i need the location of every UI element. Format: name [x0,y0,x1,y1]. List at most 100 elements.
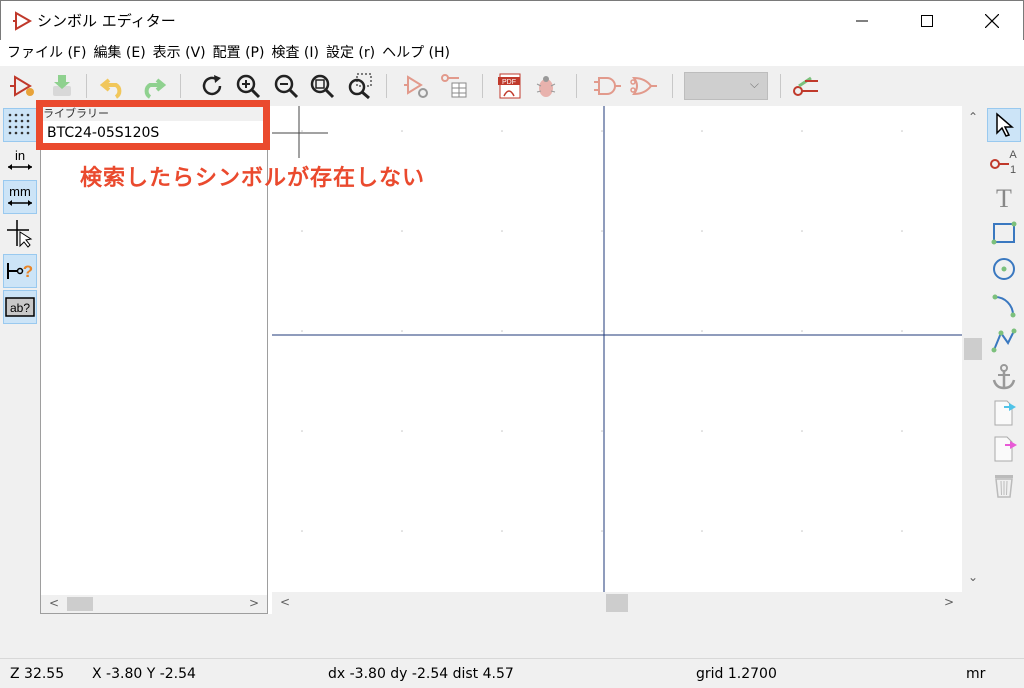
delete-tool[interactable] [987,468,1021,502]
library-horizontal-scrollbar[interactable]: < > [41,595,267,613]
menu-inspect[interactable]: 検査 (I) [268,40,322,66]
hidden-text-icon: ab? [5,297,35,317]
scroll-right-icon[interactable]: > [944,595,954,609]
grid-dot [401,230,403,232]
anchor-tool[interactable] [987,360,1021,394]
unit-select[interactable]: ⌵ [684,72,768,100]
add-line-tool[interactable] [987,324,1021,358]
scroll-left-icon[interactable]: < [49,596,59,610]
menu-edit[interactable]: 編集 (E) [90,40,148,66]
status-cursor-position: X -3.80 Y -2.54 [92,666,196,682]
zoom-out-button[interactable] [270,70,302,102]
grid-dot [301,230,303,232]
symbol-properties-button[interactable] [400,70,432,102]
menu-view[interactable]: 表示 (V) [150,40,209,66]
grid-dot [701,330,703,332]
status-zoom: Z 32.55 [10,666,65,682]
new-symbol-button[interactable] [6,70,38,102]
add-rectangle-icon [991,221,1017,245]
status-delta: dx -3.80 dy -2.54 dist 4.57 [328,666,514,682]
inches-toggle[interactable]: in [3,144,37,178]
millimeters-icon: mm [8,184,32,206]
add-rectangle-tool[interactable] [987,216,1021,250]
import-tool[interactable] [987,396,1021,430]
scrollbar-thumb[interactable] [67,597,93,611]
status-grid: grid 1.2700 [696,666,777,682]
grid-dot [401,530,403,532]
scrollbar-thumb[interactable] [606,594,628,612]
pin-table-icon [441,74,467,98]
add-circle-icon [993,258,1015,280]
toolbar-separator [386,74,387,98]
svg-text:PDF: PDF [502,79,516,86]
inches-icon: in [8,148,32,170]
grid-dot [801,530,803,532]
scroll-up-icon[interactable]: ⌃ [968,110,978,124]
select-tool[interactable] [987,108,1021,142]
redo-button[interactable] [136,70,168,102]
menu-bar: ファイル (F) 編集 (E) 表示 (V) 配置 (P) 検査 (I) 設定 … [0,40,1024,66]
grid-dot [501,130,503,132]
demorgan-normal-button[interactable] [592,70,624,102]
annotation-highlight-box [36,100,270,150]
grid-dot [501,230,503,232]
pin-type-toggle[interactable]: ? [3,254,37,288]
menu-file[interactable]: ファイル (F) [4,40,89,66]
grid-toggle[interactable] [3,108,37,142]
pin-table-button[interactable] [438,70,470,102]
scroll-down-icon[interactable]: ⌄ [968,570,978,584]
grid-dot [401,330,403,332]
erc-bug-icon [536,76,556,97]
add-pin-tool[interactable]: A1 [987,144,1021,178]
undo-button[interactable] [98,70,130,102]
zoom-fit-button[interactable] [306,70,338,102]
maximize-button[interactable] [904,1,950,41]
check-symbol-button[interactable] [530,70,562,102]
scroll-left-icon[interactable]: < [280,595,290,609]
zoom-selection-icon [348,73,372,100]
svg-text:ab?: ab? [10,301,30,315]
svg-text:in: in [15,148,25,163]
import-icon [994,400,1016,426]
millimeters-toggle[interactable]: mm [3,180,37,214]
add-circle-tool[interactable] [987,252,1021,286]
toolbar-separator [780,74,781,98]
add-arc-tool[interactable] [987,288,1021,322]
grid-dot [401,430,403,432]
export-pdf-button[interactable]: PDF [494,70,526,102]
maximize-icon [921,15,933,27]
grid-dot [701,130,703,132]
save-icon [53,75,71,96]
status-units: mr [966,666,986,682]
demorgan-alt-button[interactable] [628,70,660,102]
zoom-in-button[interactable] [232,70,264,102]
hidden-text-toggle[interactable]: ab? [3,290,37,324]
canvas-horizontal-scrollbar[interactable]: < > [272,592,962,614]
toolbar-separator [482,74,483,98]
menu-help[interactable]: ヘルプ (H) [379,40,453,66]
menu-preferences[interactable]: 設定 (r) [323,40,378,66]
grid-dot [401,130,403,132]
menu-place[interactable]: 配置 (P) [210,40,268,66]
grid-dot [901,530,903,532]
canvas-vertical-scrollbar[interactable]: ⌃ ⌄ [962,106,984,592]
grid-dot [501,530,503,532]
refresh-button[interactable] [196,70,228,102]
export-tool[interactable] [987,432,1021,466]
close-button[interactable] [969,1,1015,41]
status-bar: Z 32.55 X -3.80 Y -2.54 dx -3.80 dy -2.5… [0,658,1024,688]
scrollbar-thumb[interactable] [964,338,982,360]
save-button[interactable] [46,70,78,102]
symbol-editor-app-icon [13,11,33,31]
grid-dot [601,130,603,132]
svg-text:mm: mm [9,184,31,199]
grid-dot [301,130,303,132]
cursor-shape-toggle[interactable] [3,216,37,250]
minimize-button[interactable] [839,1,885,41]
zoom-selection-button[interactable] [344,70,376,102]
grid-dot [901,130,903,132]
add-text-tool[interactable]: T [987,180,1021,214]
scroll-right-icon[interactable]: > [249,596,259,610]
pin-settings-button[interactable] [790,70,822,102]
svg-text:1: 1 [1010,164,1016,176]
